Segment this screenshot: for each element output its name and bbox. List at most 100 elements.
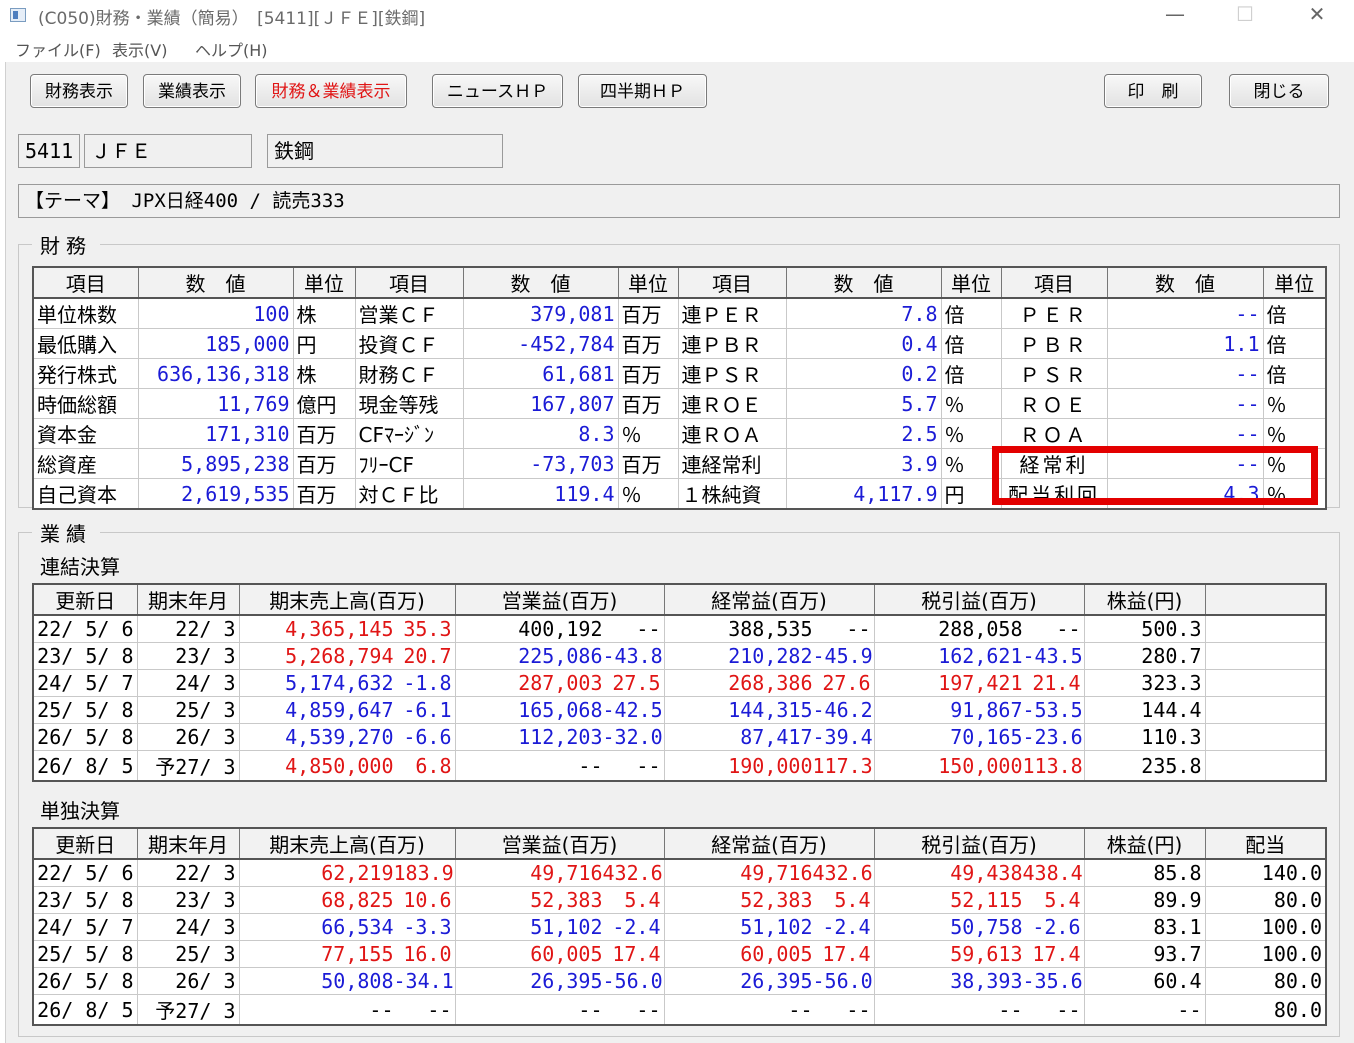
menu-file[interactable]: ファイル(F) [15,37,101,61]
finance-item-label: 現金等残 [354,388,464,419]
standalone-period: 23/ 3 [136,886,240,914]
standalone-value: 60,005 [740,942,813,966]
consolidated-value: 5,268,794 [285,644,394,668]
standalone-value: 51,102 [530,915,603,939]
results-view-button[interactable]: 業績表示 [143,74,241,108]
standalone-change-pct: -- [636,997,661,1022]
results-group-label: 業績 [32,518,100,547]
consolidated-change-pct: -6.6 [403,725,452,749]
consolidated-change-pct: 27.6 [822,671,871,695]
finance-results-view-button[interactable]: 財務＆業績表示 [255,74,407,108]
finance-unit: 百万 [292,478,356,510]
consolidated-change-pct: -53.5 [1022,698,1083,722]
consolidated-value: 287,003 [518,671,603,695]
standalone-change-pct: 17.4 [822,942,871,966]
finance-header-cell: 単位 [617,266,679,299]
consolidated-update-date: 23/ 5/ 8 [32,642,138,670]
finance-value: 171,310 [137,418,294,449]
consolidated-metric-cell: 4,365,145 35.3 [238,614,456,643]
standalone-value: -- [788,997,813,1022]
news-hp-button[interactable]: ニュースＨＰ [432,74,563,108]
minimize-button[interactable]: — [1152,0,1198,30]
consolidated-row: 26/ 8/ 5 予27/ 3 4,850,000 6.8 -- -- 190,000117… [32,750,1327,782]
standalone-period: 予27/ 3 [136,994,240,1026]
standalone-value: 68,825 [321,888,394,912]
standalone-row: 22/ 5/ 6 22/ 3 62,219183.9 49,716432.6 49,71… [32,858,1327,887]
consolidated-value: 288,058 [938,617,1023,641]
consolidated-value: 400,192 [518,617,603,641]
finance-value: 8.3 [462,418,619,449]
consolidated-metric-cell: 197,421 21.4 [873,669,1085,697]
standalone-row: 26/ 5/ 8 26/ 3 50,808-34.1 26,395-56.0 26,39… [32,967,1327,995]
quarterly-hp-button[interactable]: 四半期ＨＰ [578,74,707,108]
consolidated-change-pct: 6.8 [415,753,452,778]
standalone-row: 23/ 5/ 8 23/ 3 68,825 10.6 52,383 5.4 52,383 5.… [32,886,1327,914]
standalone-change-pct: 10.6 [403,888,452,912]
standalone-metric-cell: 51,102 -2.4 [663,913,875,941]
finance-unit: ％ [940,418,1002,449]
finance-unit: 倍 [1262,297,1327,329]
finance-value: 2,619,535 [137,478,294,510]
menu-view[interactable]: 表示(V) [112,37,167,61]
finance-unit: 百万 [617,388,679,419]
standalone-value: 59,613 [950,942,1023,966]
standalone-eps: 85.8 [1083,858,1206,887]
menu-help[interactable]: ヘルプ(H) [195,37,268,61]
consolidated-dividend [1204,669,1327,697]
finance-item-label: 発行株式 [32,358,139,389]
consolidated-change-pct: -- [846,617,871,641]
consolidated-change-pct: -6.1 [403,698,452,722]
standalone-metric-cell: -- -- [238,994,456,1026]
consolidated-change-pct: -23.6 [1022,725,1083,749]
close-icon[interactable]: ✕ [1294,0,1340,30]
consolidated-value: 165,068 [518,698,603,722]
standalone-eps: 83.1 [1083,913,1206,941]
standalone-metric-cell: -- -- [663,994,875,1026]
finance-item-label: CFﾏｰｼﾞﾝ [354,418,464,449]
consolidated-update-date: 24/ 5/ 7 [32,669,138,697]
print-button[interactable]: 印 刷 [1104,74,1202,108]
standalone-change-pct: -- [846,997,871,1022]
consolidated-eps: 144.4 [1083,696,1206,724]
finance-unit: ％ [1262,418,1327,449]
consolidated-change-pct: -- [1056,617,1081,641]
finance-item-label: 総資産 [32,448,139,479]
consolidated-change-pct: -1.8 [403,671,452,695]
consolidated-change-pct: 117.3 [812,753,873,778]
consolidated-value: 268,386 [728,671,813,695]
close-button[interactable]: 閉じる [1229,74,1329,108]
finance-item-label: ＰＥＲ [1000,297,1108,329]
consolidated-label: 連結決算 [40,555,120,579]
maximize-button[interactable]: ☐ [1222,0,1268,30]
consolidated-period: 23/ 3 [136,642,240,670]
finance-value: -- [1106,388,1264,419]
consolidated-change-pct: -- [636,753,661,778]
consolidated-dividend [1204,696,1327,724]
finance-header-cell: 項目 [677,266,787,299]
finance-header-cell: 単位 [1262,266,1327,299]
standalone-value: 38,393 [950,969,1023,993]
consolidated-eps: 110.3 [1083,723,1206,751]
standalone-metric-cell: 52,115 5.4 [873,886,1085,914]
finance-view-button[interactable]: 財務表示 [30,74,128,108]
consolidated-row: 23/ 5/ 8 23/ 3 5,268,794 20.7 225,086-43.8 21… [32,642,1327,670]
consolidated-header-cell: 税引益(百万) [873,583,1085,616]
consolidated-value: 162,621 [938,644,1023,668]
finance-header-cell: 項目 [32,266,139,299]
finance-value: 0.4 [785,328,942,359]
consolidated-metric-cell: 388,535 -- [663,614,875,643]
consolidated-change-pct: -43.8 [602,644,663,668]
finance-unit: 百万 [292,418,356,449]
standalone-value: 50,758 [950,915,1023,939]
finance-value: -- [1106,297,1264,329]
finance-unit: ％ [617,478,679,510]
consolidated-row: 22/ 5/ 6 22/ 3 4,365,145 35.3 400,192 -- 388,5… [32,614,1327,643]
consolidated-change-pct: -43.5 [1022,644,1083,668]
consolidated-value: 144,315 [728,698,813,722]
standalone-metric-cell: 49,716432.6 [663,858,875,887]
standalone-change-pct: 5.4 [1044,888,1081,912]
standalone-metric-cell: 77,155 16.0 [238,940,456,968]
standalone-dividend: 80.0 [1204,886,1327,914]
consolidated-value: 197,421 [938,671,1023,695]
finance-value: 1.1 [1106,328,1264,359]
